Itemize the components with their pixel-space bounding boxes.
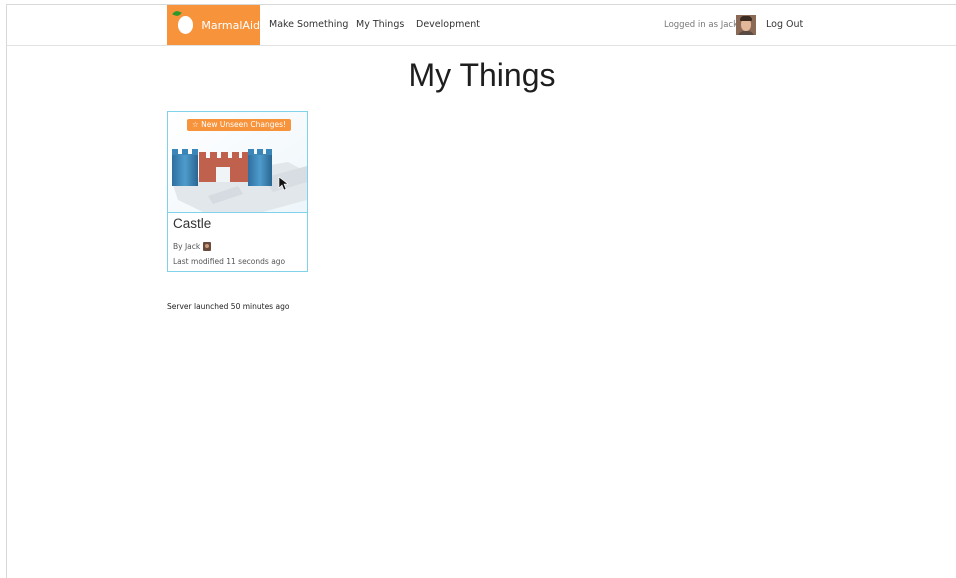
nav-my-things[interactable]: My Things [356,5,404,45]
brand-name: MarmalAid [201,18,260,32]
brand-link[interactable]: MarmalAid [167,5,260,45]
logout-link[interactable]: Log Out [766,5,803,45]
author-avatar [203,242,212,251]
orange-logo-icon [172,9,194,34]
user-avatar[interactable] [736,15,756,35]
castle-thumbnail: ☆ New Unseen Changes! [168,112,307,213]
browser-viewport: MarmalAid Make Something My Things Devel… [6,4,956,578]
logged-in-status: Logged in as Jack [664,20,739,30]
thing-author: By Jack [173,242,212,251]
author-label: By Jack [173,242,201,251]
nav-development[interactable]: Development [416,5,480,45]
page-title: My Things [408,57,556,93]
nav-make-something[interactable]: Make Something [269,5,348,45]
thing-card-castle[interactable]: ☆ New Unseen Changes! Castle By Jack Las… [167,111,308,272]
thing-title[interactable]: Castle [173,216,211,231]
unseen-changes-badge: ☆ New Unseen Changes! [187,119,291,131]
server-status: Server launched 50 minutes ago [167,302,290,311]
thing-last-modified: Last modified 11 seconds ago [173,257,286,266]
top-navbar: MarmalAid Make Something My Things Devel… [7,5,956,46]
